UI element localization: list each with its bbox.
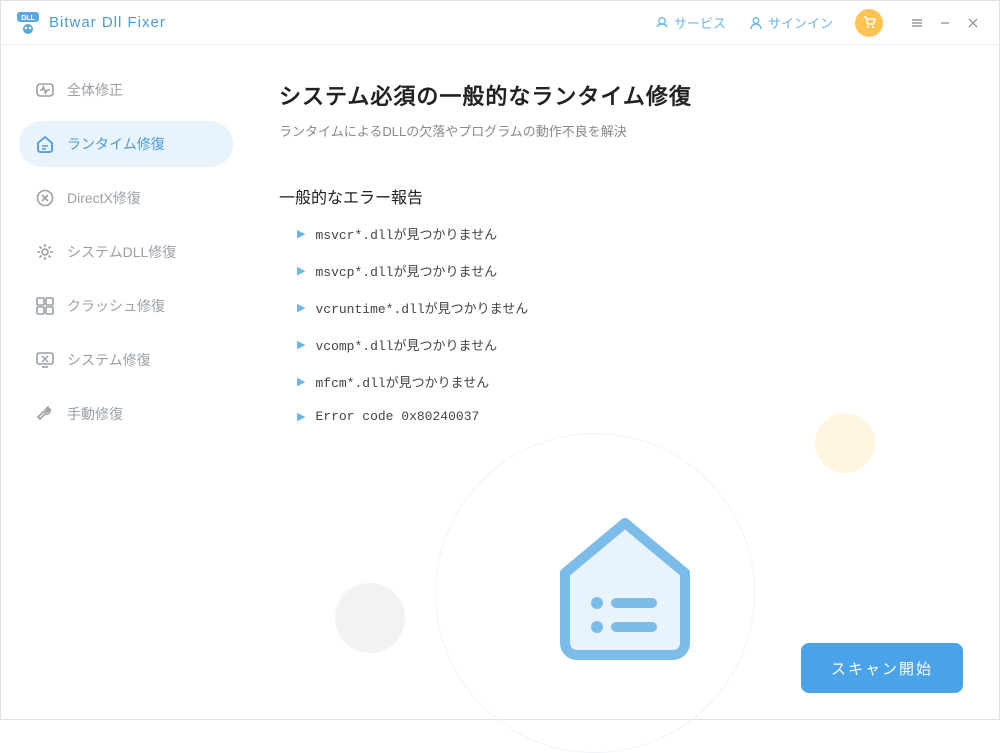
main-content: システム必須の一般的なランタイム修復 ランタイムによるDLLの欠落やプログラムの…: [251, 45, 999, 721]
error-item[interactable]: ▶ msvcr*.dllが見つかりません: [297, 224, 963, 243]
sidebar-item-label: クラッシュ修復: [67, 296, 165, 316]
svg-text:DLL: DLL: [21, 15, 35, 22]
house-illustration-icon: [535, 493, 715, 673]
titlebar: DLL Bitwar Dll Fixer サービス サインイン: [1, 1, 999, 45]
circle-x-icon: [35, 188, 55, 208]
error-text: msvcp*.dllが見つかりません: [315, 261, 497, 280]
sidebar-item-label: ランタイム修復: [67, 134, 165, 154]
service-link[interactable]: サービス: [654, 13, 726, 32]
cart-icon: [862, 15, 877, 30]
error-text: vcruntime*.dllが見つかりません: [315, 298, 528, 317]
sidebar-item-fullrepair[interactable]: 全体修正: [19, 67, 233, 113]
sidebar-item-systemdll[interactable]: システムDLL修復: [19, 229, 233, 275]
wrench-icon: [35, 404, 55, 424]
section-title: 一般的なエラー報告: [279, 184, 963, 208]
sidebar-item-crash[interactable]: クラッシュ修復: [19, 283, 233, 329]
grid-icon: [35, 296, 55, 316]
sidebar-item-label: 全体修正: [67, 80, 123, 100]
app-title: Bitwar Dll Fixer: [49, 14, 166, 31]
error-text: Error code 0x80240037: [315, 409, 479, 424]
error-item[interactable]: ▶ vcruntime*.dllが見つかりません: [297, 298, 963, 317]
error-text: mfcm*.dllが見つかりません: [315, 372, 489, 391]
menu-icon: [910, 16, 924, 30]
chevron-right-icon: ▶: [297, 264, 305, 278]
headset-icon: [654, 15, 670, 31]
close-button[interactable]: [961, 11, 985, 35]
sidebar-item-runtime[interactable]: ランタイム修復: [19, 121, 233, 167]
sidebar-item-directx[interactable]: DirectX修復: [19, 175, 233, 221]
illustration: [515, 473, 735, 693]
signin-label: サインイン: [768, 13, 833, 32]
chevron-right-icon: ▶: [297, 227, 305, 241]
heartbeat-icon: [35, 80, 55, 100]
error-item[interactable]: ▶ vcomp*.dllが見つかりません: [297, 335, 963, 354]
signin-link[interactable]: サインイン: [748, 13, 833, 32]
error-text: msvcr*.dllが見つかりません: [315, 224, 497, 243]
page-subtitle: ランタイムによるDLLの欠落やプログラムの動作不良を解決: [279, 121, 963, 140]
error-text: vcomp*.dllが見つかりません: [315, 335, 497, 354]
sidebar-item-label: 手動修復: [67, 404, 123, 424]
chevron-right-icon: ▶: [297, 410, 305, 424]
close-icon: [966, 16, 980, 30]
sidebar-item-label: システムDLL修復: [67, 242, 176, 262]
house-icon: [35, 134, 55, 154]
page-title: システム必須の一般的なランタイム修復: [279, 79, 963, 111]
chevron-right-icon: ▶: [297, 338, 305, 352]
error-list: ▶msvcr*.dllが見つかりません ▶msvcp*.dllが見つかりません …: [279, 224, 963, 424]
gear-icon: [35, 242, 55, 262]
minimize-icon: [938, 16, 952, 30]
scan-button[interactable]: スキャン開始: [801, 643, 963, 693]
user-icon: [748, 15, 764, 31]
minimize-button[interactable]: [933, 11, 957, 35]
menu-button[interactable]: [905, 11, 929, 35]
error-item[interactable]: ▶ Error code 0x80240037: [297, 409, 963, 424]
sidebar: 全体修正 ランタイム修復 DirectX修復 システムDLL修復 クラッシュ修復…: [1, 45, 251, 721]
sidebar-item-system[interactable]: システム修復: [19, 337, 233, 383]
chevron-right-icon: ▶: [297, 375, 305, 389]
sidebar-item-manual[interactable]: 手動修復: [19, 391, 233, 437]
cart-button[interactable]: [855, 9, 883, 37]
sidebar-item-label: DirectX修復: [67, 188, 141, 208]
error-item[interactable]: ▶ msvcp*.dllが見つかりません: [297, 261, 963, 280]
service-label: サービス: [674, 13, 726, 32]
chevron-right-icon: ▶: [297, 301, 305, 315]
monitor-icon: [35, 350, 55, 370]
app-logo-icon: DLL: [15, 10, 41, 36]
error-item[interactable]: ▶ mfcm*.dllが見つかりません: [297, 372, 963, 391]
sidebar-item-label: システム修復: [67, 350, 151, 370]
